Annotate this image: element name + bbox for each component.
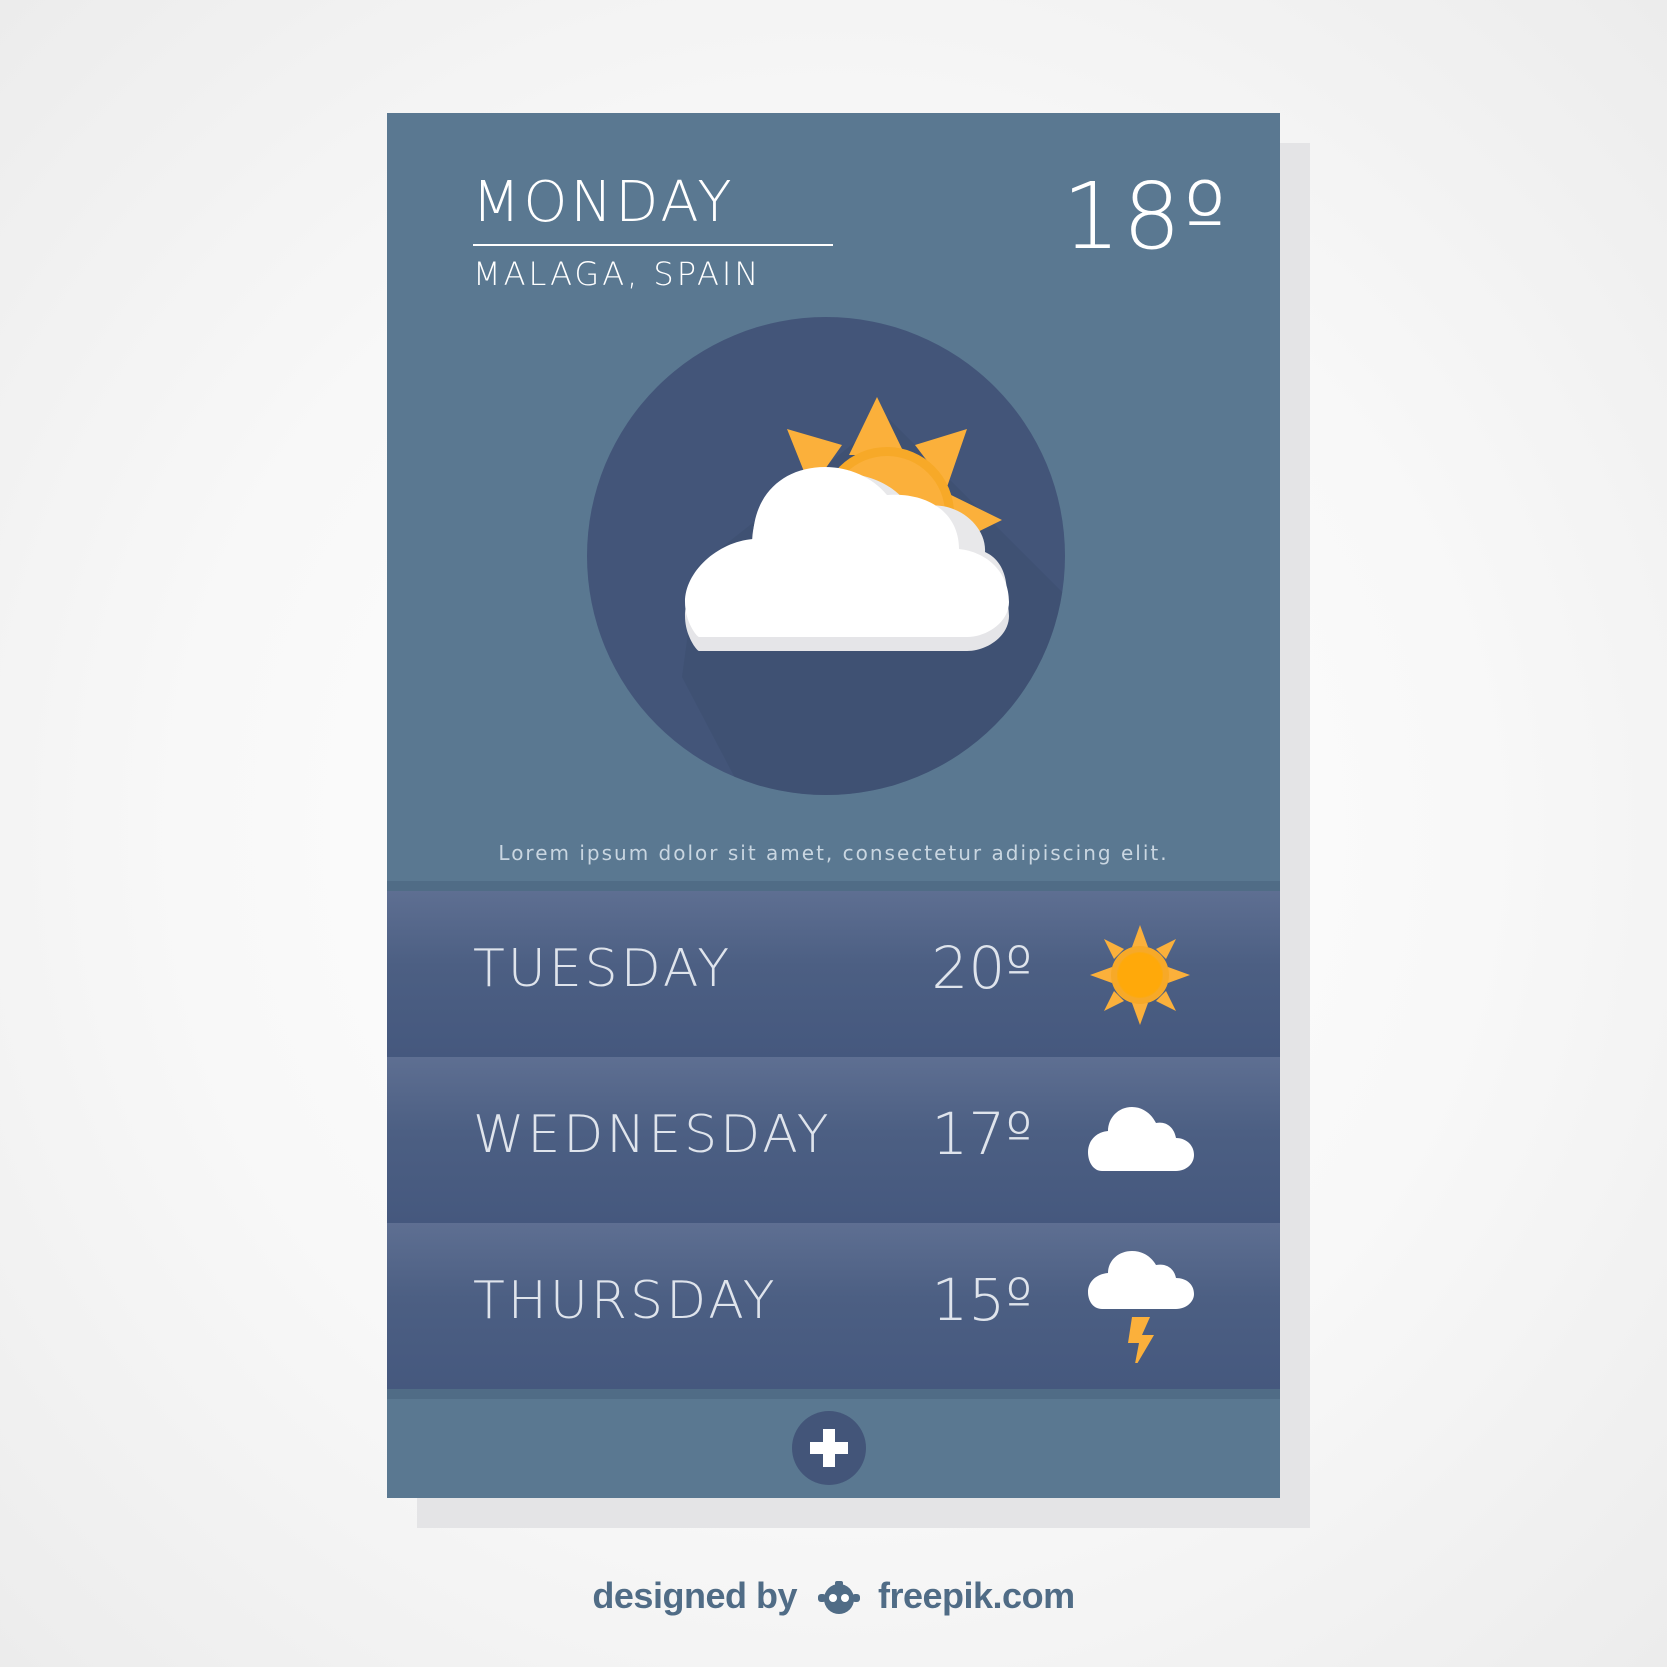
section-divider xyxy=(387,881,1280,891)
forecast-row-tuesday[interactable]: TUESDAY 20º xyxy=(387,891,1280,1057)
forecast-day-label: WEDNESDAY xyxy=(473,1105,832,1165)
forecast-list: TUESDAY 20º WEDNESDAY 17º THURSDAY 15º xyxy=(387,891,1280,1389)
section-divider xyxy=(387,1389,1280,1399)
sun-icon xyxy=(1084,919,1196,1031)
add-location-button[interactable] xyxy=(792,1411,866,1485)
forecast-day-label: THURSDAY xyxy=(473,1271,778,1331)
credit-prefix: designed by xyxy=(592,1575,797,1616)
storm-icon xyxy=(1084,1251,1196,1363)
forecast-day-label: TUESDAY xyxy=(473,939,733,999)
forecast-temperature: 17º xyxy=(931,1100,1033,1168)
weather-card: MONDAY MALAGA, SPAIN 18º Lorem ipsum dol… xyxy=(387,113,1280,1498)
location-label: MALAGA, SPAIN xyxy=(473,255,762,293)
today-day-label: MONDAY xyxy=(472,170,735,235)
weather-description: Lorem ipsum dolor sit amet, consectetur … xyxy=(498,841,1169,865)
credit-brand: freepik.com xyxy=(878,1575,1075,1616)
forecast-temperature: 15º xyxy=(931,1266,1033,1334)
plus-icon-vertical xyxy=(823,1429,835,1467)
forecast-row-thursday[interactable]: THURSDAY 15º xyxy=(387,1223,1280,1389)
forecast-temperature: 20º xyxy=(931,934,1033,1002)
credit-line: designed by freepik.com xyxy=(0,1576,1667,1616)
cloud-icon xyxy=(1084,1085,1196,1197)
freepik-logo-icon xyxy=(818,1581,861,1614)
current-temperature: 18º xyxy=(1062,163,1229,270)
title-divider xyxy=(473,244,833,246)
partly-cloudy-icon xyxy=(587,317,1065,795)
forecast-row-wednesday[interactable]: WEDNESDAY 17º xyxy=(387,1057,1280,1223)
